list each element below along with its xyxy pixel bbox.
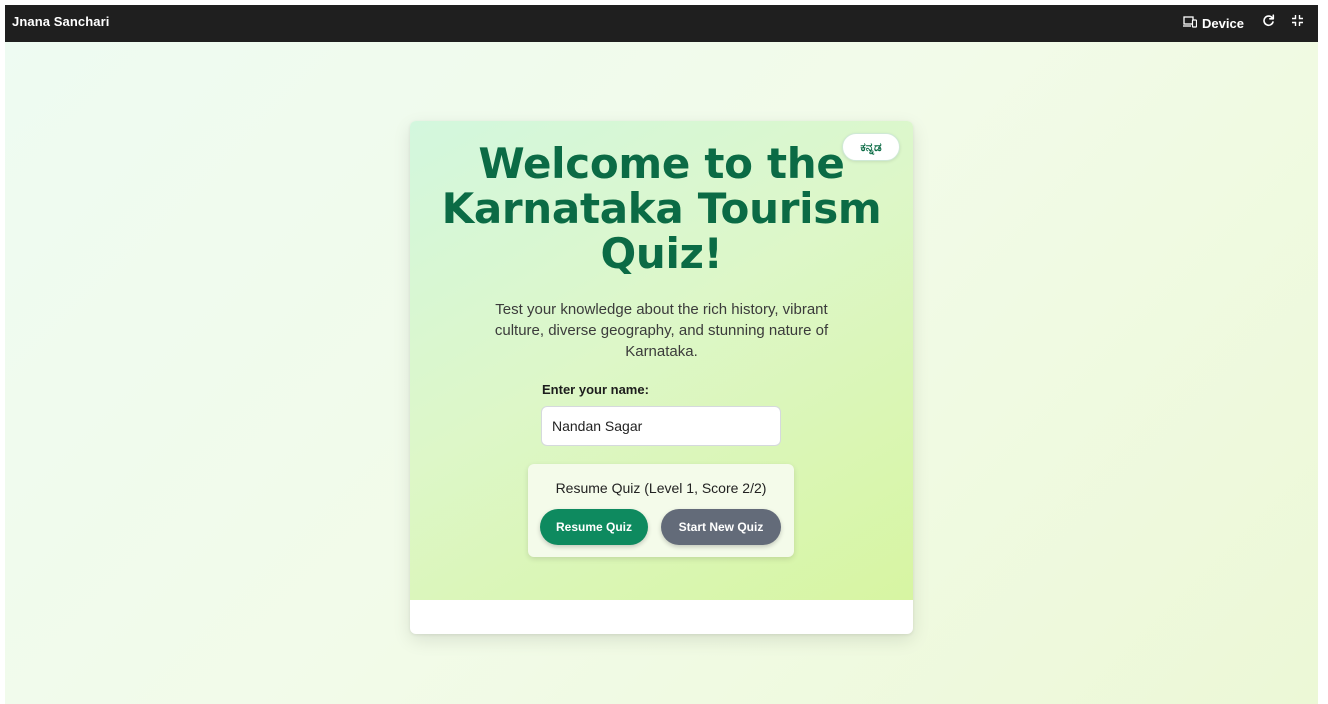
quiz-welcome-card: ಕನ್ನಡ Welcome to the Karnataka Tourism Q… <box>410 121 913 634</box>
name-label: Enter your name: <box>542 382 649 397</box>
refresh-icon <box>1262 14 1275 32</box>
quiz-description: Test your knowledge about the rich histo… <box>494 301 829 360</box>
name-input[interactable] <box>541 406 781 446</box>
fullscreen-icon <box>1291 14 1304 32</box>
fullscreen-button[interactable] <box>1286 12 1308 34</box>
resume-panel: Resume Quiz (Level 1, Score 2/2) Resume … <box>528 464 794 557</box>
resume-quiz-button[interactable]: Resume Quiz <box>540 509 648 545</box>
app-title: Jnana Sanchari <box>12 14 110 29</box>
resume-info-text: Resume Quiz (Level 1, Score 2/2) <box>555 480 767 496</box>
device-icon <box>1183 15 1198 31</box>
device-button[interactable]: Device <box>1183 12 1244 34</box>
start-new-quiz-button[interactable]: Start New Quiz <box>661 509 781 545</box>
welcome-title: Welcome to the Karnataka Tourism Quiz! <box>441 139 882 278</box>
card-hero: ಕನ್ನಡ Welcome to the Karnataka Tourism Q… <box>410 121 913 600</box>
top-bar: Jnana Sanchari Device <box>5 5 1318 42</box>
app-frame: Jnana Sanchari Device ಕನ್ನಡ Welcome to t… <box>5 5 1318 704</box>
refresh-button[interactable] <box>1257 12 1279 34</box>
device-label: Device <box>1202 15 1244 31</box>
